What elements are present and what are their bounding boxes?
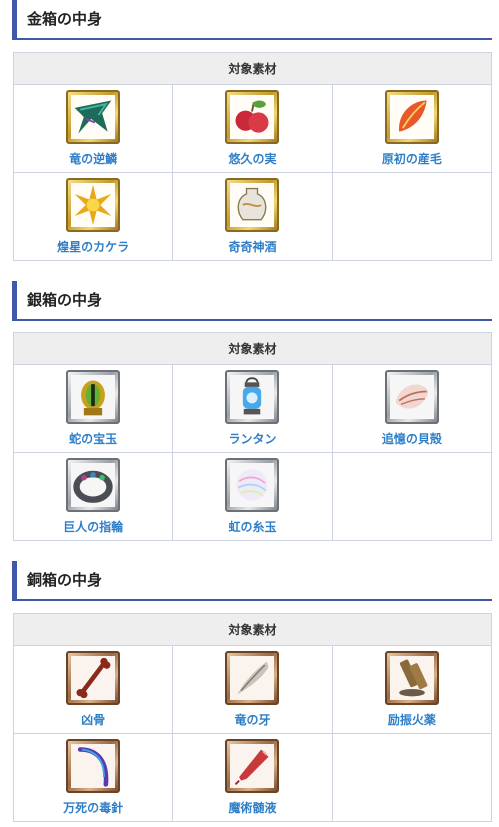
material-table: 対象素材 竜の逆鱗 悠久の実 原初の産毛 煌星のカケラ 奇奇神酒	[12, 52, 493, 261]
table-cell: 蛇の宝玉	[12, 364, 174, 453]
rainbow-yarn-icon	[225, 458, 280, 512]
item-link[interactable]: 巨人の指輪	[14, 453, 172, 535]
item-label: 凶骨	[81, 713, 106, 727]
item-label: 悠久の実	[228, 152, 277, 166]
column-header: 対象素材	[13, 52, 492, 85]
table-cell: 巨人の指輪	[12, 452, 174, 541]
item-link[interactable]: 万死の毒針	[14, 734, 172, 816]
ampoule-icon	[225, 739, 280, 793]
section-title: 銅箱の中身	[27, 571, 103, 589]
table-cell-empty	[331, 172, 493, 261]
table-cell: 虹の糸玉	[172, 452, 333, 541]
table-cell: 奇奇神酒	[172, 172, 333, 261]
item-link[interactable]: 凶骨	[14, 646, 172, 728]
item-label: 魔術髄液	[228, 801, 277, 815]
item-link[interactable]: 魔術髄液	[173, 734, 331, 816]
section-heading: 金箱の中身	[12, 0, 492, 40]
table-cell: 追憶の貝殻	[331, 364, 493, 453]
item-label: 竜の牙	[234, 713, 271, 727]
table-cell: 竜の牙	[172, 645, 333, 734]
item-label: 奇奇神酒	[228, 240, 277, 254]
section-heading: 銅箱の中身	[12, 561, 492, 601]
table-cell-empty	[331, 733, 493, 822]
item-link[interactable]: ランタン	[173, 365, 331, 447]
feather-icon	[384, 90, 439, 144]
item-label: 原初の産毛	[381, 152, 442, 166]
column-header: 対象素材	[13, 613, 492, 646]
fruit-icon	[225, 90, 280, 144]
table-cell: ランタン	[172, 364, 333, 453]
bone-icon	[66, 651, 121, 705]
shell-icon	[384, 370, 439, 424]
sake-vase-icon	[225, 178, 280, 232]
item-label: 竜の逆鱗	[69, 152, 118, 166]
table-cell: 煌星のカケラ	[12, 172, 174, 261]
item-link[interactable]: 奇奇神酒	[173, 173, 331, 255]
item-link[interactable]: 蛇の宝玉	[14, 365, 172, 447]
table-cell: 凶骨	[12, 645, 174, 734]
item-link[interactable]: 煌星のカケラ	[14, 173, 172, 255]
table-cell: 励振火薬	[331, 645, 493, 734]
section-title: 銀箱の中身	[27, 291, 103, 309]
item-link[interactable]: 励振火薬	[333, 646, 491, 728]
table-cell: 万死の毒針	[12, 733, 174, 822]
lantern-icon	[225, 370, 280, 424]
item-label: 虹の糸玉	[228, 520, 277, 534]
section-heading: 銀箱の中身	[12, 281, 492, 321]
table-cell: 竜の逆鱗	[12, 84, 174, 173]
item-label: 巨人の指輪	[63, 520, 124, 534]
material-table: 対象素材 凶骨 竜の牙 励振火薬 万死の毒針 魔術髄液	[12, 613, 493, 822]
item-label: 蛇の宝玉	[69, 432, 118, 446]
item-label: 万死の毒針	[63, 801, 124, 815]
item-label: ランタン	[228, 432, 277, 446]
star-fragment-icon	[66, 178, 121, 232]
item-link[interactable]: 悠久の実	[173, 85, 331, 167]
table-cell: 魔術髄液	[172, 733, 333, 822]
item-link[interactable]: 原初の産毛	[333, 85, 491, 167]
ring-icon	[66, 458, 121, 512]
item-link[interactable]: 竜の牙	[173, 646, 331, 728]
table-cell: 原初の産毛	[331, 84, 493, 173]
dragon-scale-icon	[66, 90, 121, 144]
item-label: 煌星のカケラ	[57, 240, 130, 254]
serpent-gem-icon	[66, 370, 121, 424]
material-table: 対象素材 蛇の宝玉 ランタン 追憶の貝殻 巨人の指輪 虹の糸玉	[12, 332, 493, 541]
item-label: 励振火薬	[387, 713, 436, 727]
item-link[interactable]: 虹の糸玉	[173, 453, 331, 535]
item-link[interactable]: 竜の逆鱗	[14, 85, 172, 167]
section-title: 金箱の中身	[27, 10, 103, 28]
gunpowder-icon	[384, 651, 439, 705]
column-header: 対象素材	[13, 332, 492, 365]
table-cell-empty	[331, 452, 493, 541]
item-label: 追憶の貝殻	[381, 432, 442, 446]
dragon-fang-icon	[225, 651, 280, 705]
poison-needle-icon	[66, 739, 121, 793]
item-link[interactable]: 追憶の貝殻	[333, 365, 491, 447]
table-cell: 悠久の実	[172, 84, 333, 173]
